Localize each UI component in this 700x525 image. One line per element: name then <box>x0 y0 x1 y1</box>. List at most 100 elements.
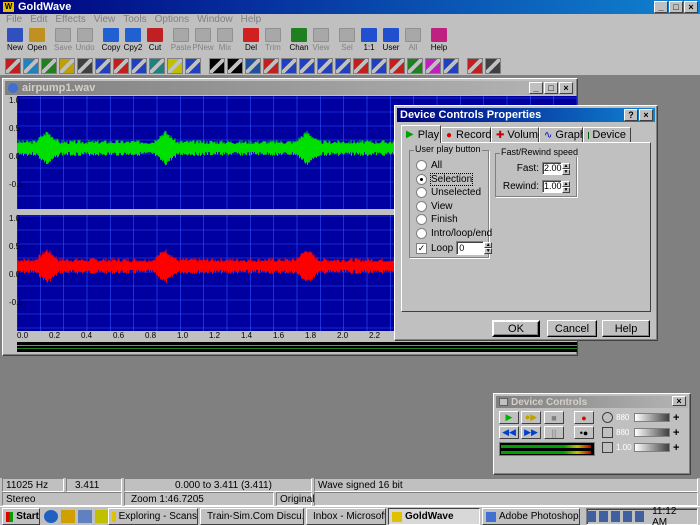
play-selection-button[interactable]: ●▶ <box>521 411 541 424</box>
effect-27-icon[interactable] <box>485 57 501 74</box>
balance-plus-button[interactable]: + <box>673 427 679 439</box>
radio-button[interactable] <box>416 200 427 212</box>
tab-record[interactable]: ● Record <box>441 127 492 143</box>
loop-count-input[interactable]: 0 <box>456 241 485 255</box>
effect-7-icon[interactable] <box>113 57 129 74</box>
effect-12-icon[interactable] <box>209 57 225 74</box>
fast-speed-input[interactable]: 2.00 <box>542 162 562 175</box>
toolbar-all-button[interactable]: All <box>402 26 424 56</box>
effect-15-icon[interactable] <box>263 57 279 74</box>
taskbar-button-5[interactable]: Adobe Photoshop <box>482 508 580 525</box>
effect-4-icon[interactable] <box>59 57 75 74</box>
effect-2-icon[interactable] <box>23 57 39 74</box>
effect-9-icon[interactable] <box>149 57 165 74</box>
menu-item-window[interactable]: Window <box>193 14 237 26</box>
play-option-finish[interactable]: Finish <box>416 213 492 226</box>
toolbar-save-button[interactable]: Save <box>52 26 74 56</box>
toolbar-chan-button[interactable]: Chan <box>288 26 310 56</box>
help-button[interactable]: Help <box>602 320 650 337</box>
menu-item-file[interactable]: File <box>2 14 26 26</box>
ok-button[interactable]: OK <box>492 320 540 337</box>
radio-button[interactable] <box>416 187 427 198</box>
outlook-icon[interactable] <box>61 510 75 523</box>
menu-item-tools[interactable]: Tools <box>119 14 150 26</box>
balance-slider[interactable] <box>634 428 670 437</box>
play-option-selection[interactable]: Selection <box>416 172 492 186</box>
record-selection-button[interactable]: •● <box>574 426 594 439</box>
menu-item-edit[interactable]: Edit <box>26 14 51 26</box>
effect-19-icon[interactable] <box>335 57 351 74</box>
close-button[interactable]: × <box>684 1 698 13</box>
radio-button[interactable] <box>416 214 427 225</box>
tab-volume[interactable]: ✚ Volume <box>491 127 544 143</box>
toolbar-open-button[interactable]: Open <box>26 26 48 56</box>
speed-plus-button[interactable]: + <box>673 442 679 454</box>
stop-button[interactable]: ■ <box>544 411 564 424</box>
toolbar-copy-button[interactable]: Copy <box>100 26 122 56</box>
toolbar-sel-button[interactable]: Sel <box>336 26 358 56</box>
rewind-button[interactable]: ◀◀ <box>499 426 519 439</box>
dialog-close-button[interactable]: × <box>639 109 653 121</box>
effect-16-icon[interactable] <box>281 57 297 74</box>
device-controls-close-button[interactable]: × <box>672 396 686 406</box>
effect-20-icon[interactable] <box>353 57 369 74</box>
cancel-button[interactable]: Cancel <box>547 320 597 337</box>
play-option-introloopend[interactable]: Intro/loop/end <box>416 227 492 240</box>
menu-item-options[interactable]: Options <box>151 14 193 26</box>
toolbar-view-button[interactable]: View <box>310 26 332 56</box>
tray-icons[interactable] <box>587 511 647 522</box>
tab-graph[interactable]: ∿ Graph <box>539 127 586 143</box>
toolbar-help-button[interactable]: Help <box>428 26 450 56</box>
rewind-speed-input[interactable]: 1.00 <box>542 180 562 193</box>
minimize-button[interactable]: _ <box>654 1 668 13</box>
wave-minimize-button[interactable]: _ <box>529 82 543 94</box>
toolbar-mix-button[interactable]: Mix <box>214 26 236 56</box>
maximize-button[interactable]: □ <box>669 1 683 13</box>
taskbar-button-1[interactable]: Exploring - Scans <box>108 508 198 525</box>
speed-slider[interactable] <box>634 443 670 452</box>
effect-24-icon[interactable] <box>425 57 441 74</box>
toolbar-11-button[interactable]: 1:1 <box>358 26 380 56</box>
effect-25-icon[interactable] <box>443 57 459 74</box>
desktop-icon[interactable] <box>78 510 92 523</box>
wave-maximize-button[interactable]: □ <box>544 82 558 94</box>
taskbar-button-4[interactable]: GoldWave <box>388 508 480 525</box>
taskbar-button-2[interactable]: Train-Sim.Com Discu... <box>200 508 304 525</box>
effect-26-icon[interactable] <box>467 57 483 74</box>
menu-item-view[interactable]: View <box>90 14 120 26</box>
fast-forward-button[interactable]: ▶▶ <box>521 426 541 439</box>
effect-8-icon[interactable] <box>131 57 147 74</box>
effect-10-icon[interactable] <box>167 57 183 74</box>
wave-close-button[interactable]: × <box>559 82 573 94</box>
toolbar-cpy2-button[interactable]: Cpy2 <box>122 26 144 56</box>
effect-6-icon[interactable] <box>95 57 111 74</box>
radio-button[interactable] <box>416 227 427 239</box>
play-option-view[interactable]: View <box>416 200 492 213</box>
effect-5-icon[interactable] <box>77 57 93 74</box>
taskbar-button-3[interactable]: Inbox - Microsoft Outl... <box>306 508 386 525</box>
menu-item-help[interactable]: Help <box>237 14 266 26</box>
toolbar-cut-button[interactable]: Cut <box>144 26 166 56</box>
record-button[interactable]: ● <box>574 411 594 424</box>
ie-icon[interactable] <box>44 510 58 523</box>
tab-device[interactable]: Device <box>583 127 631 143</box>
effect-13-icon[interactable] <box>227 57 243 74</box>
effect-23-icon[interactable] <box>407 57 423 74</box>
play-option-unselected[interactable]: Unselected <box>416 186 492 199</box>
loop-spinner[interactable]: ▲ ▼ <box>484 242 493 254</box>
fast-spinner[interactable]: ▲ ▼ <box>562 162 570 175</box>
effect-18-icon[interactable] <box>317 57 333 74</box>
effect-14-icon[interactable] <box>245 57 261 74</box>
toolbar-new-button[interactable]: New <box>4 26 26 56</box>
menu-item-effects[interactable]: Effects <box>51 14 89 26</box>
overview-bar[interactable] <box>17 342 577 352</box>
dialog-help-button[interactable]: ? <box>624 109 638 121</box>
radio-button[interactable] <box>416 173 427 185</box>
toolbar-undo-button[interactable]: Undo <box>74 26 96 56</box>
pause-button[interactable]: || <box>544 426 564 439</box>
toolbar-paste-button[interactable]: Paste <box>170 26 192 56</box>
play-button[interactable]: ▶ <box>499 411 519 424</box>
effect-22-icon[interactable] <box>389 57 405 74</box>
play-option-all[interactable]: All <box>416 159 492 172</box>
toolbar-pnew-button[interactable]: PNew <box>192 26 214 56</box>
